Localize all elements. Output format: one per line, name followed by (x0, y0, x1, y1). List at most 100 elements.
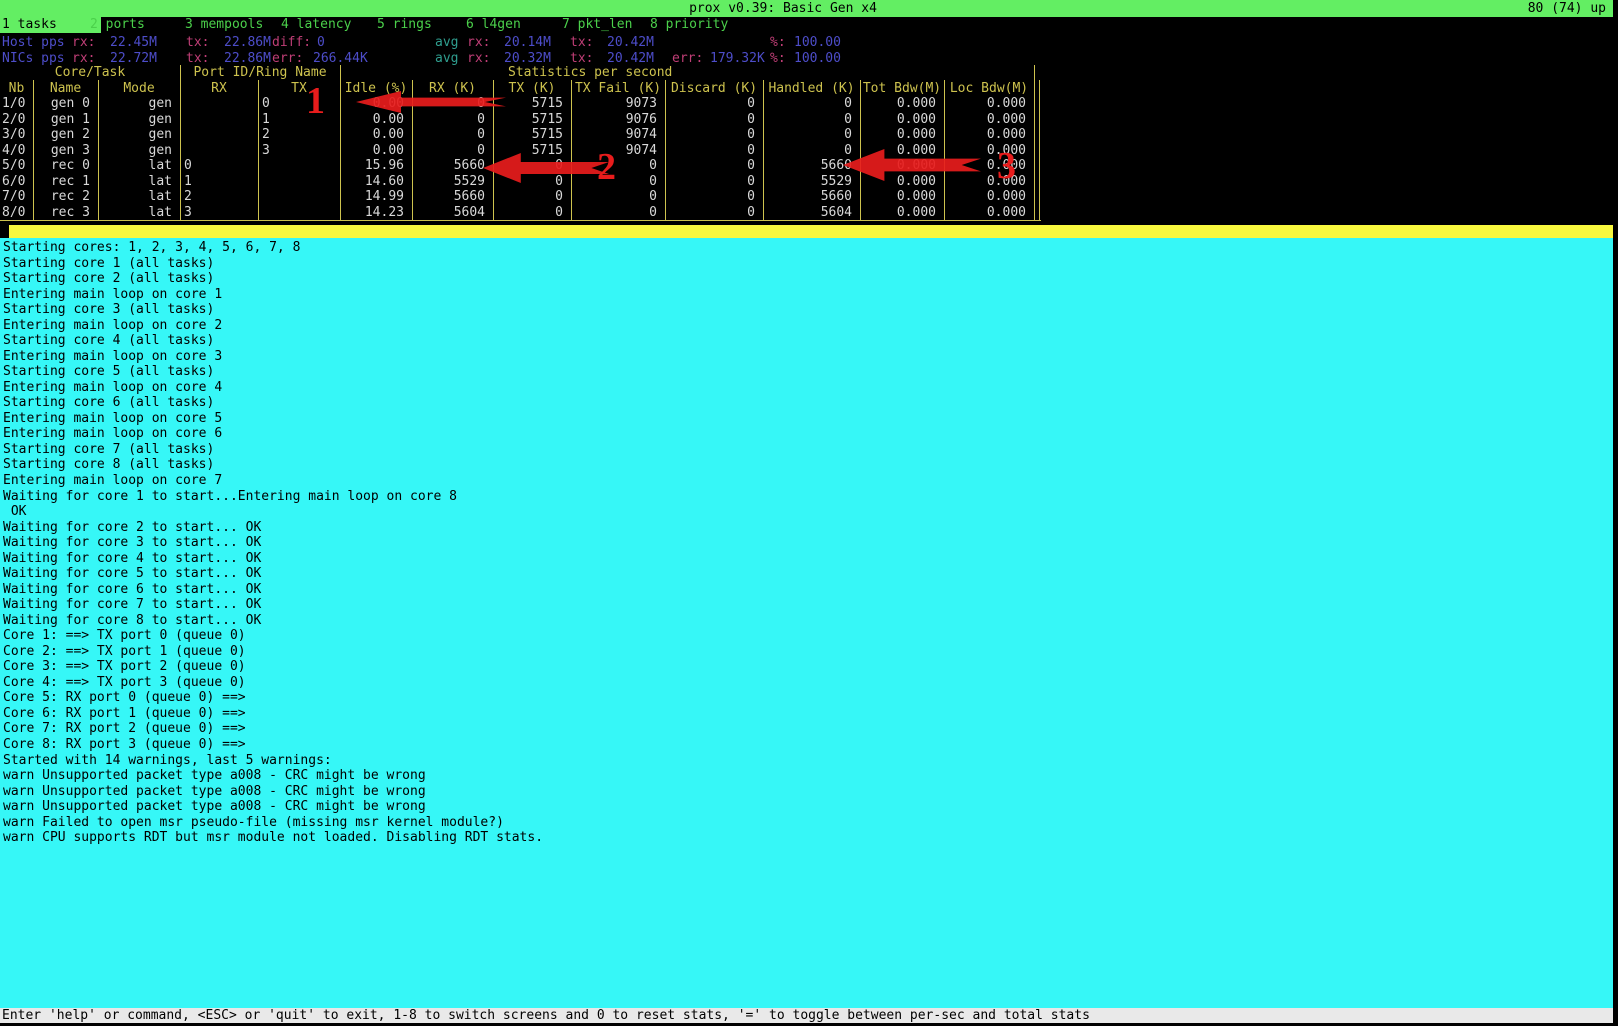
log-line: warn CPU supports RDT but msr module not… (3, 830, 543, 846)
table-cell: 5660 (414, 189, 485, 205)
cursor-block (0, 225, 9, 238)
table-column-separator (944, 80, 945, 221)
table-cell: 0 (765, 96, 852, 112)
table-cell: 0.000 (946, 189, 1026, 205)
table-column-separator (258, 80, 259, 221)
table-cell: 0.00 (342, 143, 404, 159)
table-cell: gen (100, 96, 172, 112)
log-line: Starting core 3 (all tasks) (3, 302, 543, 318)
status-bar-text: Enter 'help' or command, <ESC> or 'quit'… (2, 1008, 1090, 1023)
table-cell: gen 0 (35, 96, 90, 112)
table-column-header: Discard (K) (665, 81, 763, 97)
table-cell: 0.000 (862, 96, 936, 112)
table-column-header: RX (K) (412, 81, 493, 97)
table-cell: 0 (667, 127, 755, 143)
table-cell: gen (100, 127, 172, 143)
log-line: Core 6: RX port 1 (queue 0) ==> (3, 706, 543, 722)
table-cell: 14.60 (342, 174, 404, 190)
table-cell: lat (100, 174, 172, 190)
log-line: Entering main loop on core 2 (3, 318, 543, 334)
table-column-separator (1034, 65, 1035, 221)
table-cell: 0.000 (862, 127, 936, 143)
table-cell: 1 (184, 174, 192, 190)
annotation-number-1: 1 (306, 82, 325, 120)
table-cell: 1 (262, 112, 270, 128)
table-cell: 4/0 (2, 143, 25, 159)
table-cell: 0 (667, 112, 755, 128)
table-cell: lat (100, 189, 172, 205)
table-column-separator (98, 80, 99, 221)
log-line: Core 2: ==> TX port 1 (queue 0) (3, 644, 543, 660)
table-column-separator (33, 80, 34, 221)
table-cell: 0.000 (946, 96, 1026, 112)
log-line: Starting core 7 (all tasks) (3, 442, 543, 458)
table-cell: 5660 (765, 189, 852, 205)
log-line: Starting core 1 (all tasks) (3, 256, 543, 272)
table-column-header: TX (K) (493, 81, 571, 97)
table-cell: 8/0 (2, 205, 25, 221)
log-line: warn Failed to open msr pseudo-file (mis… (3, 815, 543, 831)
log-line: Core 5: RX port 0 (queue 0) ==> (3, 690, 543, 706)
table-column-separator (571, 80, 572, 221)
log-line: Waiting for core 7 to start... OK (3, 597, 543, 613)
table-cell: lat (100, 158, 172, 174)
table-cell: 0.000 (862, 112, 936, 128)
table-cell: 0 (414, 127, 485, 143)
table-cell: rec 3 (35, 205, 90, 221)
status-bar[interactable]: Enter 'help' or command, <ESC> or 'quit'… (0, 1008, 1613, 1023)
table-group-header: Statistics per second (508, 65, 672, 81)
table-cell: gen 2 (35, 127, 90, 143)
divider-bar (0, 225, 1613, 238)
table-cell: 0 (667, 158, 755, 174)
log-line: warn Unsupported packet type a008 - CRC … (3, 784, 543, 800)
table-cell: 7/0 (2, 189, 25, 205)
table-cell: 0 (765, 127, 852, 143)
table-cell: 5715 (495, 127, 563, 143)
log-line: Core 1: ==> TX port 0 (queue 0) (3, 628, 543, 644)
table-cell: 0 (667, 189, 755, 205)
table-cell: 1/0 (2, 96, 25, 112)
table-column-header: RX (180, 81, 258, 97)
table-cell: rec 0 (35, 158, 90, 174)
log-line: Starting core 5 (all tasks) (3, 364, 543, 380)
log-line: Starting core 8 (all tasks) (3, 457, 543, 473)
table-column-separator (665, 80, 666, 221)
log-line: Core 7: RX port 2 (queue 0) ==> (3, 721, 543, 737)
table-column-separator (763, 80, 764, 221)
table-cell: 3 (262, 143, 270, 159)
table-cell: 0 (765, 143, 852, 159)
table-cell: 0.00 (342, 112, 404, 128)
log-line: Waiting for core 1 to start...Entering m… (3, 489, 543, 505)
table-column-header: Idle (%) (340, 81, 412, 97)
table-column-header: TX Fail (K) (571, 81, 665, 97)
table-cell: 15.96 (342, 158, 404, 174)
table-cell: 0.00 (342, 127, 404, 143)
table-cell: 0.000 (862, 205, 936, 221)
table-cell: 0 (184, 158, 192, 174)
table-cell: 5/0 (2, 158, 25, 174)
table-cell: 9074 (573, 127, 657, 143)
log-line: Entering main loop on core 1 (3, 287, 543, 303)
log-line: Waiting for core 4 to start... OK (3, 551, 543, 567)
table-bottom-border (0, 220, 1041, 221)
log-area: Starting cores: 1, 2, 3, 4, 5, 6, 7, 8St… (3, 240, 543, 846)
annotation-number-2: 2 (597, 148, 616, 186)
annotation-number-3: 3 (997, 147, 1016, 185)
table-column-header: Loc Bdw(M) (944, 81, 1034, 97)
table-cell: 6/0 (2, 174, 25, 190)
log-line: Waiting for core 2 to start... OK (3, 520, 543, 536)
table-cell: 0 (414, 143, 485, 159)
table-cell: 3/0 (2, 127, 25, 143)
table-cell: 0.000 (946, 127, 1026, 143)
table-cell: 0 (667, 143, 755, 159)
table-column-separator (860, 80, 861, 221)
log-line: warn Unsupported packet type a008 - CRC … (3, 768, 543, 784)
table-right-border (1039, 80, 1040, 221)
stats-table: Core/TaskPort ID/Ring NameStatistics per… (0, 0, 1613, 226)
log-line: Core 4: ==> TX port 3 (queue 0) (3, 675, 543, 691)
table-cell: gen 1 (35, 112, 90, 128)
table-cell: 9076 (573, 112, 657, 128)
log-line: Entering main loop on core 3 (3, 349, 543, 365)
table-cell: 0 (495, 205, 563, 221)
table-cell: 0.000 (946, 205, 1026, 221)
